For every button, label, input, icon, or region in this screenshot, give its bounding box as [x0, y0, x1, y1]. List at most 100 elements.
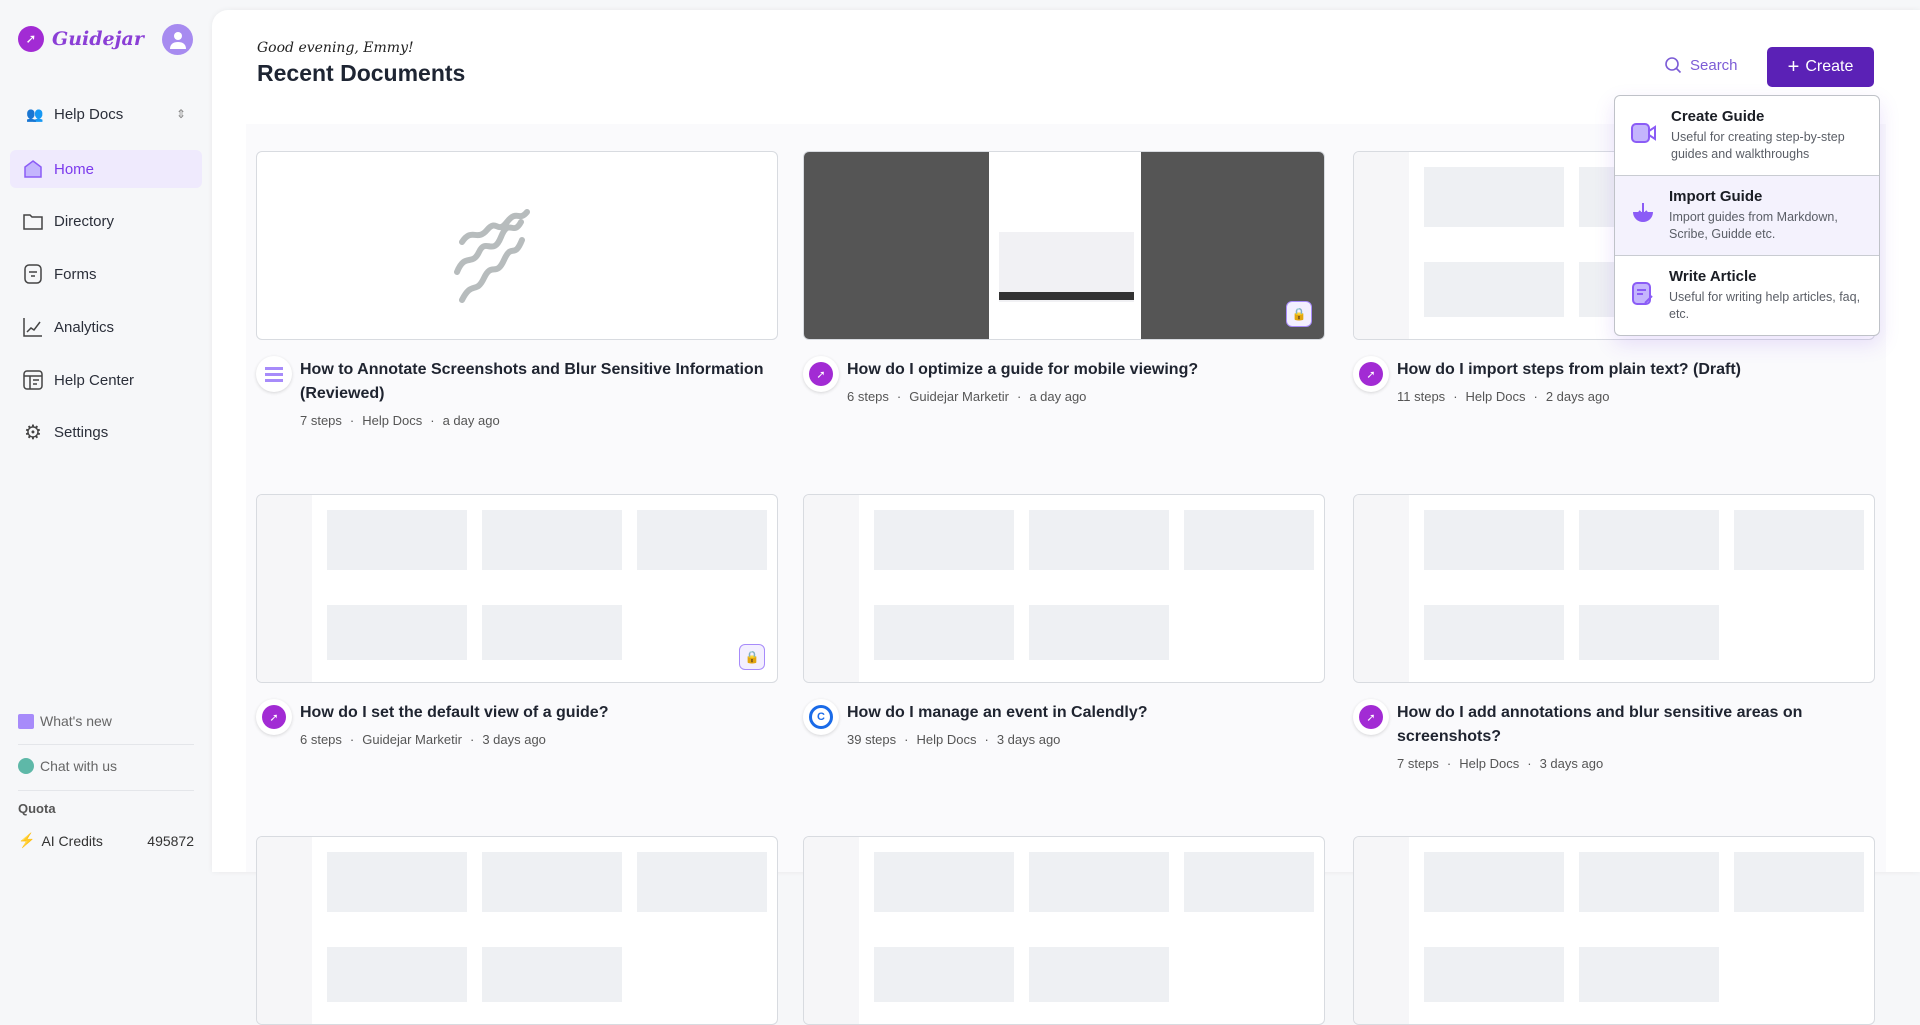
- separator: ·: [1453, 389, 1458, 404]
- document-card[interactable]: 🔒 ➚ How do I set the default view of a gui…: [256, 494, 778, 747]
- document-meta: 6 steps · Guidejar Marketir · 3 days ago: [300, 732, 546, 747]
- document-card[interactable]: How to Annotate Screenshots and Blur Sen…: [256, 151, 778, 428]
- step-count: 39 steps: [847, 732, 897, 747]
- import-guide-option[interactable]: Import Guide Import guides from Markdown,…: [1615, 176, 1879, 256]
- quota-heading: Quota: [18, 801, 56, 816]
- sidebar-item-help-center[interactable]: Help Center: [10, 361, 202, 399]
- user-icon: [169, 31, 186, 49]
- document-thumbnail[interactable]: 🔒: [803, 151, 1325, 340]
- document-title[interactable]: How to Annotate Screenshots and Blur Sen…: [300, 358, 770, 406]
- document-title[interactable]: How do I optimize a guide for mobile vie…: [847, 358, 1317, 382]
- folder-icon: [22, 210, 44, 232]
- document-title[interactable]: How do I add annotations and blur sensit…: [1397, 701, 1867, 749]
- folder-name: Help Docs: [916, 732, 977, 747]
- greeting: Good evening, Emmy!: [257, 40, 414, 56]
- guidejar-icon: ➚: [803, 356, 839, 392]
- document-thumbnail[interactable]: [256, 151, 778, 340]
- sidebar-item-home[interactable]: Home: [10, 150, 202, 188]
- divider: [18, 790, 194, 791]
- separator: ·: [430, 413, 435, 428]
- folder-name: Help Docs: [362, 413, 423, 428]
- user-avatar[interactable]: [162, 24, 193, 55]
- document-title[interactable]: How do I set the default view of a guide…: [300, 701, 770, 725]
- scribble-illustration: [454, 209, 530, 303]
- ai-credits: ⚡ AI Credits 495872: [18, 832, 194, 849]
- sidebar-item-label: Home: [54, 160, 95, 178]
- video-camera-icon: [1631, 108, 1657, 175]
- option-title: Import Guide: [1669, 188, 1763, 205]
- help-center-icon: [22, 369, 44, 391]
- sidebar-item-directory[interactable]: Directory: [10, 202, 202, 240]
- divider: [18, 744, 194, 745]
- chevron-up-down-icon: ⇕: [175, 107, 186, 121]
- guidejar-icon: ➚: [1353, 699, 1389, 735]
- logo-text: Guidejar: [52, 28, 144, 50]
- write-article-option[interactable]: Write Article Useful for writing help art…: [1615, 256, 1879, 335]
- users-icon: 👥: [26, 105, 44, 122]
- sidebar-item-label: Analytics: [54, 318, 115, 336]
- create-label: Create: [1805, 58, 1854, 75]
- search-button[interactable]: Search: [1664, 56, 1738, 74]
- folder-name: Guidejar Marketir: [362, 732, 462, 747]
- updated-time: a day ago: [1029, 389, 1087, 404]
- lock-icon: 🔒: [1286, 301, 1312, 327]
- document-card[interactable]: 🔒 ➚ How do I optimize a guide for mobile v…: [803, 151, 1325, 404]
- document-title[interactable]: How do I manage an event in Calendly?: [847, 701, 1317, 725]
- document-card[interactable]: ➚ How do I add annotations and blur sensi…: [1353, 494, 1875, 771]
- step-count: 6 steps: [847, 389, 889, 404]
- credits-value: 495872: [147, 832, 194, 849]
- calendly-icon: C: [803, 699, 839, 735]
- import-icon: [1631, 188, 1655, 255]
- separator: ·: [896, 389, 902, 404]
- logo[interactable]: ➚ Guidejar: [18, 26, 144, 52]
- whats-new-link[interactable]: What's new: [18, 713, 112, 729]
- home-icon: [22, 158, 44, 180]
- article-edit-icon: [1631, 268, 1655, 335]
- sidebar-item-settings[interactable]: ⚙ Settings: [10, 413, 202, 451]
- separator: ·: [1016, 389, 1022, 404]
- option-title: Create Guide: [1671, 108, 1765, 125]
- step-count: 6 steps: [300, 732, 342, 747]
- article-list-icon: [256, 356, 292, 392]
- separator: ·: [1527, 756, 1532, 771]
- guidejar-icon: ➚: [256, 699, 292, 735]
- option-desc: Useful for creating step-by-step guides …: [1671, 130, 1845, 161]
- document-title[interactable]: How do I import steps from plain text? (…: [1397, 358, 1867, 382]
- lightning-icon: ⚡: [18, 832, 36, 848]
- search-icon: [1665, 57, 1682, 74]
- document-card[interactable]: C How do I manage an event in Calendly? 39…: [803, 494, 1325, 747]
- newspaper-icon: [18, 713, 34, 729]
- create-guide-option[interactable]: Create Guide Useful for creating step-by-…: [1615, 96, 1879, 176]
- workspace-switcher[interactable]: 👥 Help Docs ⇕: [26, 102, 186, 126]
- document-card[interactable]: [803, 836, 1325, 1025]
- document-thumbnail[interactable]: [1353, 836, 1875, 1025]
- document-card[interactable]: [1353, 836, 1875, 1025]
- page-title: Recent Documents: [257, 60, 466, 86]
- credits-label: AI Credits: [41, 832, 103, 849]
- sidebar-item-label: Forms: [54, 265, 97, 283]
- document-thumbnail[interactable]: 🔒: [256, 494, 778, 683]
- document-meta: 39 steps · Help Docs · 3 days ago: [847, 732, 1060, 747]
- document-thumbnail[interactable]: [256, 836, 778, 1025]
- chat-link[interactable]: Chat with us: [18, 758, 117, 774]
- separator: ·: [349, 732, 355, 747]
- updated-time: 3 days ago: [482, 732, 546, 747]
- sidebar-item-analytics[interactable]: Analytics: [10, 308, 202, 346]
- chart-icon: [22, 316, 44, 338]
- separator: ·: [469, 732, 475, 747]
- sidebar-item-label: Help Center: [54, 371, 135, 389]
- document-card[interactable]: [256, 836, 778, 1025]
- document-thumbnail[interactable]: [1353, 494, 1875, 683]
- option-desc: Useful for writing help articles, faq, e…: [1669, 290, 1861, 321]
- updated-time: a day ago: [442, 413, 500, 428]
- document-meta: 11 steps · Help Docs · 2 days ago: [1397, 389, 1609, 404]
- create-button[interactable]: + Create: [1767, 47, 1874, 87]
- guidejar-icon: ➚: [1353, 356, 1389, 392]
- folder-name: Help Docs: [1465, 389, 1526, 404]
- document-thumbnail[interactable]: [803, 494, 1325, 683]
- sidebar-item-forms[interactable]: Forms: [10, 255, 202, 293]
- document-thumbnail[interactable]: [803, 836, 1325, 1025]
- document-meta: 6 steps · Guidejar Marketir · a day ago: [847, 389, 1086, 404]
- form-icon: [22, 263, 44, 285]
- folder-name: Help Docs: [1459, 756, 1520, 771]
